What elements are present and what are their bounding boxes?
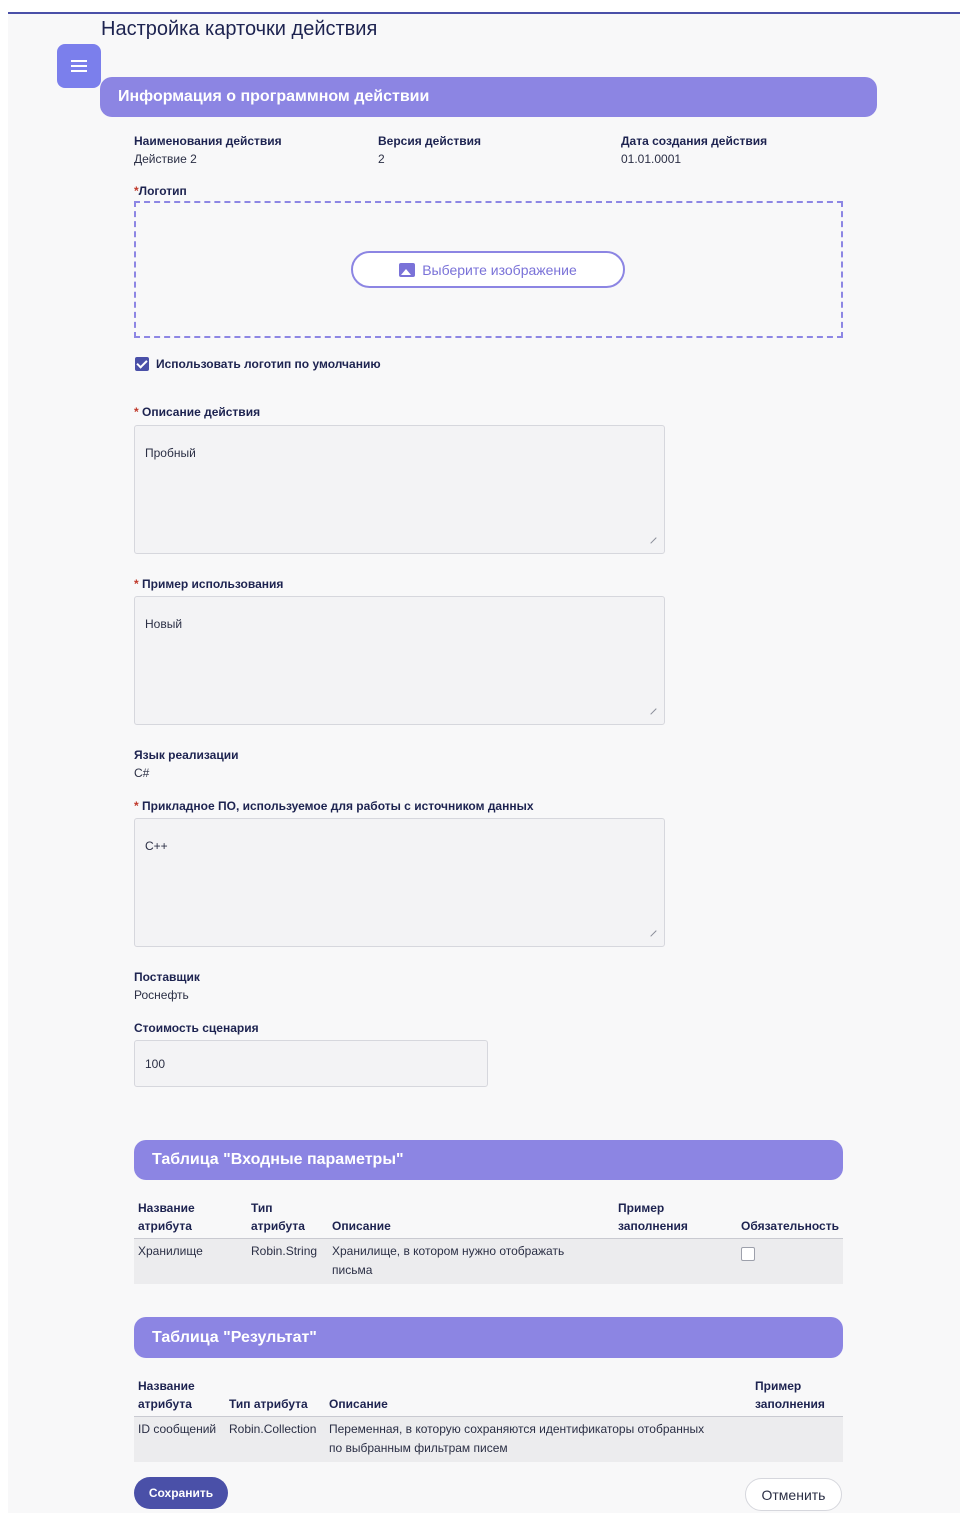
input-table-title: Таблица "Входные параметры" [152, 1151, 404, 1168]
usage-example-label: * Пример использования [134, 577, 283, 591]
action-version-label: Версия действия [378, 134, 482, 148]
desc-line: по выбранным фильтрам писем [329, 1441, 508, 1455]
save-button[interactable]: Сохранить [134, 1477, 228, 1509]
result-col-name-header: Название атрибута [138, 1377, 195, 1413]
action-name-value: Действие 2 [134, 152, 197, 166]
header-line: Название [138, 1201, 195, 1215]
page-title: Настройка карточки действия [101, 18, 378, 40]
header-line: атрибута [251, 1219, 305, 1233]
description-value: Пробный [145, 446, 196, 460]
choose-image-label: Выберите изображение [422, 261, 577, 278]
software-value: C++ [145, 839, 168, 853]
result-row-type: Robin.Collection [229, 1422, 317, 1436]
input-col-desc-header: Описание [332, 1219, 391, 1233]
usage-example-value: Новый [145, 617, 183, 631]
header-line: Пример [755, 1379, 802, 1393]
cost-value: 100 [145, 1056, 166, 1071]
input-col-example-header: Пример заполнения [618, 1199, 688, 1235]
language-value: C# [134, 766, 150, 780]
input-row-type: Robin.String [251, 1244, 318, 1258]
description-label: * Описание действия [134, 405, 260, 419]
supplier-label: Поставщик [134, 970, 200, 984]
usage-example-label-text: Пример использования [138, 577, 284, 591]
desc-line: Хранилище, в котором нужно отображать [332, 1244, 565, 1258]
result-col-type-header: Тип атрибута [229, 1397, 308, 1411]
input-row-name: Хранилище [138, 1244, 203, 1258]
image-icon [399, 262, 416, 277]
header-line: заполнения [755, 1397, 825, 1411]
software-textarea[interactable]: C++ [134, 818, 665, 947]
result-col-example-header: Пример заполнения [755, 1377, 825, 1413]
result-row-name: ID сообщений [138, 1422, 217, 1436]
cost-input[interactable]: 100 [134, 1040, 488, 1087]
input-col-type-header: Тип атрибута [251, 1199, 305, 1235]
input-table-header: Таблица "Входные параметры" [134, 1140, 843, 1180]
description-label-text: Описание действия [138, 405, 261, 419]
choose-image-button[interactable]: Выберите изображение [351, 251, 625, 288]
created-date-value: 01.01.0001 [621, 152, 682, 166]
software-label: * Прикладное ПО, используемое для работы… [134, 799, 534, 813]
header-line: атрибута [138, 1397, 192, 1411]
desc-line: письма [332, 1263, 373, 1277]
logo-label: *Логотип [134, 184, 187, 198]
use-default-logo-label: Использовать логотип по умолчанию [156, 357, 381, 371]
cost-label: Стоимость сценария [134, 1021, 259, 1035]
header-line: Название [138, 1379, 195, 1393]
action-version-value: 2 [378, 152, 385, 166]
language-label: Язык реализации [134, 748, 239, 762]
use-default-logo-checkbox[interactable] [135, 357, 149, 371]
supplier-value: Роснефть [134, 988, 189, 1002]
menu-button[interactable] [57, 44, 101, 88]
info-section-header: Информация о программном действии [100, 77, 877, 117]
logo-label-text: Логотип [138, 184, 187, 198]
input-col-name-header: Название атрибута [138, 1199, 195, 1235]
header-line: заполнения [618, 1219, 688, 1233]
cancel-button[interactable]: Отменить [745, 1478, 842, 1511]
header-line: Тип [251, 1201, 273, 1215]
required-checkbox[interactable] [741, 1247, 755, 1261]
result-table-header: Таблица "Результат" [134, 1317, 843, 1358]
result-row-desc: Переменная, в которую сохраняются иденти… [329, 1420, 704, 1458]
result-table-title: Таблица "Результат" [152, 1328, 317, 1346]
header-line: атрибута [138, 1219, 192, 1233]
input-row-desc: Хранилище, в котором нужно отображать пи… [332, 1242, 564, 1280]
software-label-text: Прикладное ПО, используемое для работы с… [138, 799, 534, 813]
usage-example-textarea[interactable]: Новый [134, 596, 665, 725]
created-date-label: Дата создания действия [621, 134, 768, 148]
action-name-label: Наименования действия [134, 134, 282, 148]
header-line: Пример [618, 1201, 665, 1215]
result-col-desc-header: Описание [329, 1397, 388, 1411]
desc-line: Переменная, в которую сохраняются иденти… [329, 1422, 705, 1436]
input-col-required-header: Обязательность [741, 1219, 839, 1233]
info-section-title: Информация о программном действии [118, 88, 430, 105]
description-textarea[interactable]: Пробный [134, 425, 665, 554]
hamburger-icon [71, 65, 87, 67]
